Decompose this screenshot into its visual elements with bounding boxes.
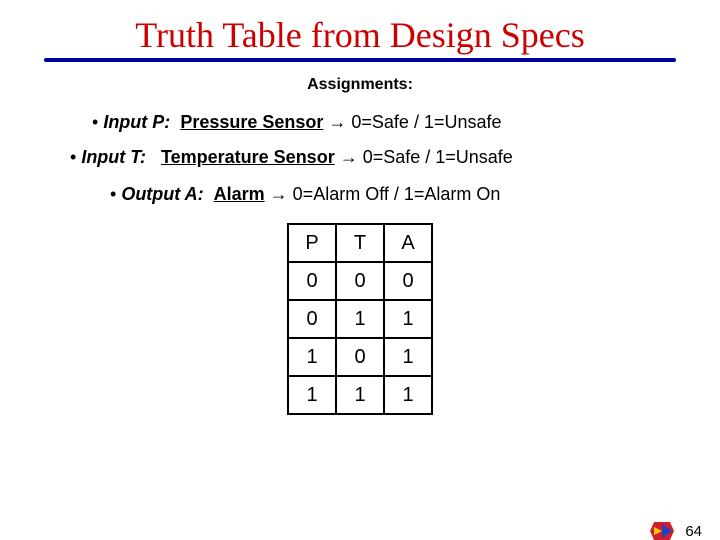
bullet-input-p: • Input P: Pressure Sensor → 0=Safe / 1=… <box>92 112 650 133</box>
col-header-p: P <box>288 224 336 262</box>
slide-title: Truth Table from Design Specs <box>0 14 720 56</box>
cell: 0 <box>288 300 336 338</box>
bullet-label: Input T: <box>81 147 146 167</box>
truth-table: P T A 0 0 0 0 1 1 1 0 1 1 1 1 <box>287 223 433 415</box>
cell: 0 <box>336 338 384 376</box>
page-number: 64 <box>685 523 702 540</box>
bullet-tail: → 0=Safe / 1=Unsafe <box>335 147 513 167</box>
cell: 0 <box>336 262 384 300</box>
slide: Truth Table from Design Specs Assignment… <box>0 14 720 540</box>
table-row: 0 1 1 <box>288 300 432 338</box>
cell: 1 <box>288 376 336 414</box>
bullet-label: Input P: <box>103 112 170 132</box>
table-row: 1 0 1 <box>288 338 432 376</box>
bullet-list: • Input P: Pressure Sensor → 0=Safe / 1=… <box>70 112 650 205</box>
bullet-name: Temperature Sensor <box>161 147 335 167</box>
cell: 1 <box>288 338 336 376</box>
cell: 0 <box>288 262 336 300</box>
title-underline <box>44 58 676 62</box>
bullet-tail: → 0=Alarm Off / 1=Alarm On <box>265 184 501 204</box>
cell: 1 <box>336 376 384 414</box>
bullet-input-t: • Input T: Temperature Sensor → 0=Safe /… <box>70 147 650 168</box>
table-row: 0 0 0 <box>288 262 432 300</box>
bullet-name: Alarm <box>214 184 265 204</box>
bullet-name: Pressure Sensor <box>180 112 323 132</box>
cell: 1 <box>384 376 432 414</box>
col-header-t: T <box>336 224 384 262</box>
cell: 0 <box>384 262 432 300</box>
logo-icon <box>648 518 676 540</box>
table-row: 1 1 1 <box>288 376 432 414</box>
assignments-heading: Assignments: <box>0 76 720 94</box>
cell: 1 <box>384 300 432 338</box>
bullet-output-a: • Output A: Alarm → 0=Alarm Off / 1=Alar… <box>110 184 650 205</box>
bullet-label: Output A: <box>121 184 203 204</box>
table-header-row: P T A <box>288 224 432 262</box>
cell: 1 <box>336 300 384 338</box>
col-header-a: A <box>384 224 432 262</box>
bullet-tail: → 0=Safe / 1=Unsafe <box>323 112 501 132</box>
cell: 1 <box>384 338 432 376</box>
